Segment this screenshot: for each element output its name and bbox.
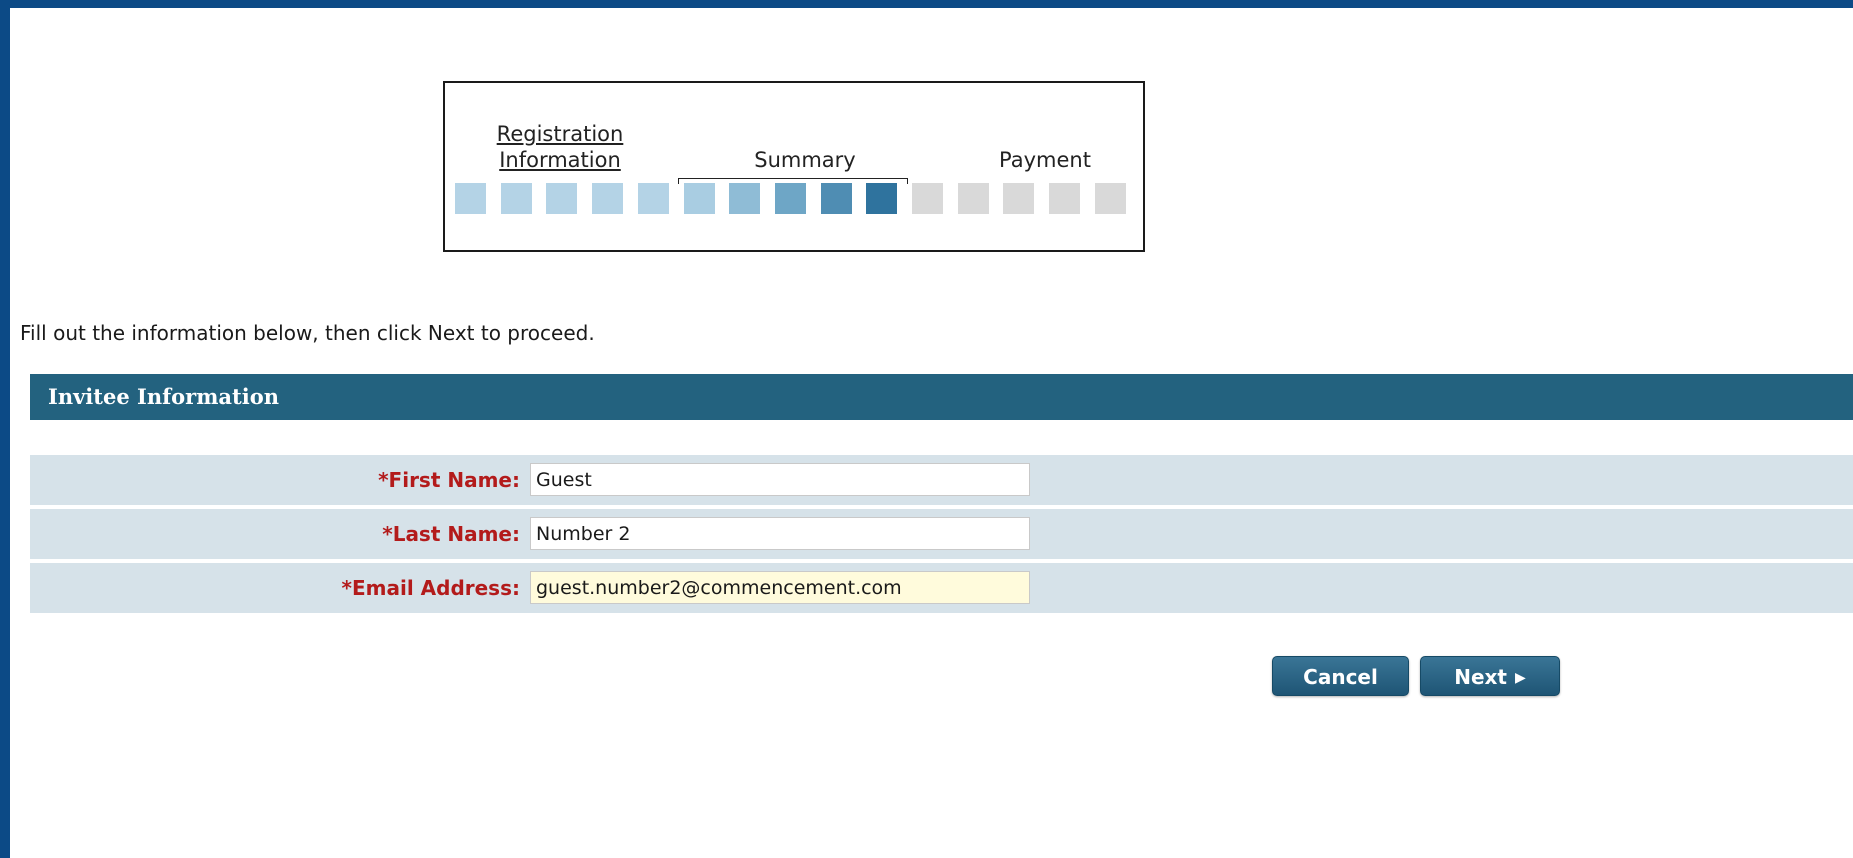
- cancel-button-label: Cancel: [1303, 665, 1378, 689]
- progress-square: [729, 183, 760, 214]
- email-address-label: *Email Address:: [341, 576, 520, 600]
- progress-square: [546, 183, 577, 214]
- progress-square: [592, 183, 623, 214]
- progress-square: [1003, 183, 1034, 214]
- next-button-label: Next: [1454, 665, 1507, 689]
- cancel-button[interactable]: Cancel: [1272, 656, 1409, 696]
- progress-square: [775, 183, 806, 214]
- form-row-first-name: *First Name:: [30, 455, 1853, 505]
- progress-square: [1049, 183, 1080, 214]
- progress-square: [866, 183, 897, 214]
- progress-square: [455, 183, 486, 214]
- step-payment: Payment: [999, 148, 1091, 172]
- last-name-input[interactable]: [530, 517, 1030, 550]
- progress-square: [684, 183, 715, 214]
- progress-square: [912, 183, 943, 214]
- page-content: Registration Information Summary Payment…: [10, 8, 1853, 858]
- first-name-input[interactable]: [530, 463, 1030, 496]
- first-name-label: *First Name:: [378, 468, 520, 492]
- progress-square: [1095, 183, 1126, 214]
- play-arrow-icon: ▶: [1514, 670, 1526, 686]
- progress-square: [958, 183, 989, 214]
- step-summary: Summary: [754, 148, 856, 172]
- progress-square: [821, 183, 852, 214]
- section-header-invitee-information: Invitee Information: [30, 374, 1853, 420]
- step-registration-information-link[interactable]: Registration Information: [495, 121, 625, 173]
- step-registration-line2: Information: [499, 148, 621, 172]
- next-button[interactable]: Next ▶: [1420, 656, 1560, 696]
- email-address-input[interactable]: [530, 571, 1030, 604]
- progress-square: [638, 183, 669, 214]
- instructions-text: Fill out the information below, then cli…: [20, 321, 595, 345]
- progress-square: [501, 183, 532, 214]
- progress-indicator: Registration Information Summary Payment: [443, 81, 1145, 252]
- last-name-label: *Last Name:: [382, 522, 520, 546]
- form-row-email-address: *Email Address:: [30, 563, 1853, 613]
- form-row-last-name: *Last Name:: [30, 509, 1853, 559]
- step-registration-line1: Registration: [496, 122, 624, 146]
